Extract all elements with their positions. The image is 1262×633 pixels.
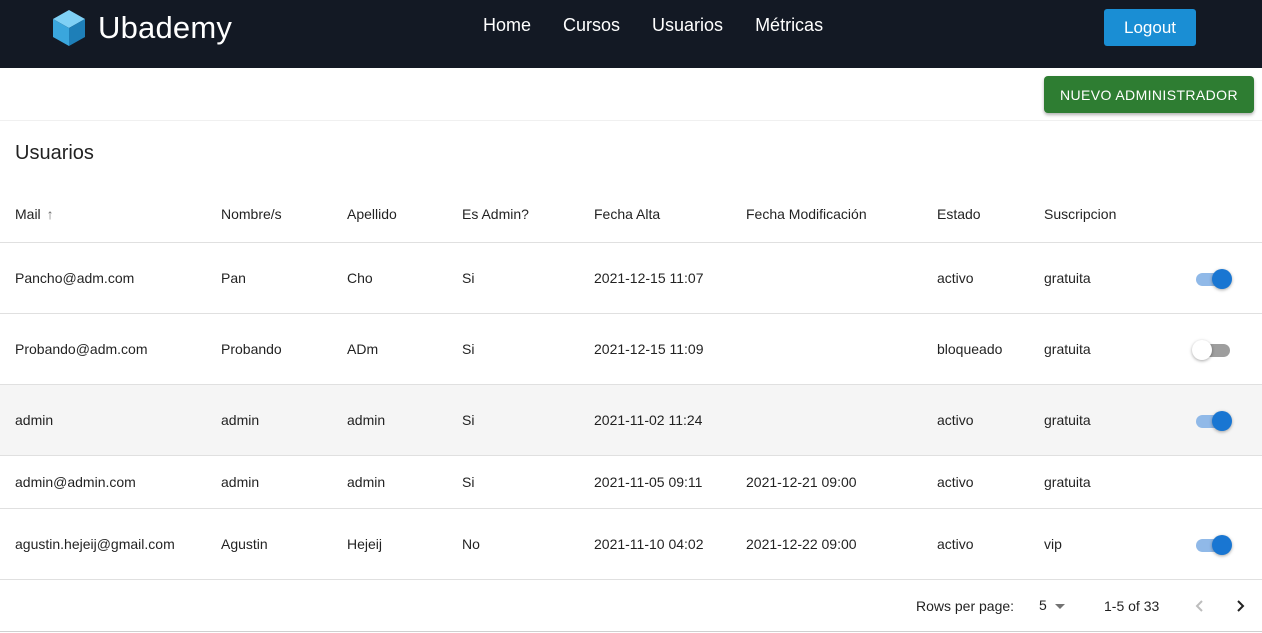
brand-name: Ubademy [98,10,233,45]
cell-fecha-alta: 2021-11-05 09:11 [594,474,703,490]
column-header-apellido[interactable]: Apellido [347,206,397,222]
cell-admin: Si [462,341,475,357]
table-row[interactable]: Pancho@adm.com Pan Cho Si 2021-12-15 11:… [0,243,1262,314]
cell-admin: Si [462,474,475,490]
nav-cursos-link[interactable]: Cursos [563,15,620,36]
cell-nombre: Pan [221,270,246,286]
table-row[interactable]: Probando@adm.com Probando ADm Si 2021-12… [0,314,1262,385]
column-header-label: Mail [15,206,41,222]
logout-button[interactable]: Logout [1104,9,1196,46]
column-header-fecha-modificacion[interactable]: Fecha Modificación [746,206,867,222]
cell-admin: Si [462,412,475,428]
nav-usuarios-link[interactable]: Usuarios [652,15,723,36]
nav-links: Home Cursos Usuarios Métricas [483,15,855,36]
cell-suscripcion: gratuita [1044,474,1091,490]
column-header-fecha-alta[interactable]: Fecha Alta [594,206,660,222]
column-header-estado[interactable]: Estado [937,206,981,222]
column-header-suscripcion[interactable]: Suscripcion [1044,206,1116,222]
cell-estado: activo [937,474,974,490]
cell-estado: bloqueado [937,341,1003,357]
page-title: Usuarios [15,142,94,164]
cell-fecha-alta: 2021-12-15 11:09 [594,341,704,357]
cell-apellido: Cho [347,270,373,286]
column-header-es-admin[interactable]: Es Admin? [462,206,529,222]
users-table: Mail ↑ Nombre/s Apellido Es Admin? Fecha … [0,186,1262,580]
cell-estado: activo [937,536,974,552]
toggle-thumb [1192,340,1212,360]
cell-nombre: admin [221,474,260,490]
cell-mail: agustin.hejeij@gmail.com [15,536,175,552]
divider [0,120,1262,121]
cell-admin: Si [462,270,475,286]
cell-estado: activo [937,412,974,428]
cell-fecha-alta: 2021-12-15 11:07 [594,270,704,286]
pagination-range: 1-5 of 33 [1104,598,1160,614]
status-toggle-switch[interactable] [1194,267,1234,289]
cell-estado: activo [937,270,974,286]
new-admin-button[interactable]: NUEVO ADMINISTRADOR [1044,76,1254,113]
rows-per-page-select[interactable]: 5 [1039,597,1065,613]
status-toggle-switch[interactable] [1194,409,1234,431]
toggle-thumb [1212,411,1232,431]
brand[interactable]: Ubademy [52,8,232,48]
cell-suscripcion: gratuita [1044,341,1091,357]
nav-home-link[interactable]: Home [483,15,531,36]
toggle-thumb [1212,269,1232,289]
cell-apellido: admin [347,412,386,428]
cell-mail: admin [15,412,54,428]
cell-nombre: Agustin [221,536,268,552]
rows-per-page-label: Rows per page: [916,598,1015,614]
chevron-right-icon[interactable] [1230,596,1250,616]
cell-suscripcion: vip [1044,536,1062,552]
table-row[interactable]: admin@admin.com admin admin Si 2021-11-0… [0,456,1262,509]
cell-mail: Probando@adm.com [15,341,148,357]
cell-mail: admin@admin.com [15,474,136,490]
cell-fecha-alta: 2021-11-10 04:02 [594,536,704,552]
cell-mail: Pancho@adm.com [15,270,135,286]
cell-apellido: admin [347,474,386,490]
table-row[interactable]: admin admin admin Si 2021-11-02 11:24 ac… [0,385,1262,456]
top-navbar: Ubademy Home Cursos Usuarios Métricas Lo… [0,0,1262,68]
cell-nombre: Probando [221,341,282,357]
nav-metricas-link[interactable]: Métricas [755,15,823,36]
caret-down-icon [1054,603,1065,609]
status-toggle-switch[interactable] [1192,338,1234,360]
cube-logo-icon [53,10,85,46]
toggle-thumb [1212,535,1232,555]
cell-admin: No [462,536,480,552]
status-toggle-switch[interactable] [1194,533,1234,555]
cell-apellido: Hejeij [347,536,383,552]
rows-per-page-value: 5 [1039,597,1047,613]
column-header-mail[interactable]: Mail ↑ [15,206,54,222]
table-pagination: Rows per page: 5 1-5 of 33 [0,580,1262,632]
column-header-nombre[interactable]: Nombre/s [221,206,282,222]
cell-fecha-modificacion: 2021-12-22 09:00 [746,536,857,552]
chevron-left-icon[interactable] [1190,596,1210,616]
cell-apellido: ADm [347,341,379,357]
cell-suscripcion: gratuita [1044,412,1091,428]
table-row[interactable]: agustin.hejeij@gmail.com Agustin Hejeij … [0,509,1262,580]
cell-suscripcion: gratuita [1044,270,1091,286]
cell-fecha-modificacion: 2021-12-21 09:00 [746,474,857,490]
table-header-row: Mail ↑ Nombre/s Apellido Es Admin? Fecha … [0,186,1262,243]
cell-nombre: admin [221,412,260,428]
cell-fecha-alta: 2021-11-02 11:24 [594,412,703,428]
arrow-up-icon[interactable]: ↑ [47,206,54,222]
